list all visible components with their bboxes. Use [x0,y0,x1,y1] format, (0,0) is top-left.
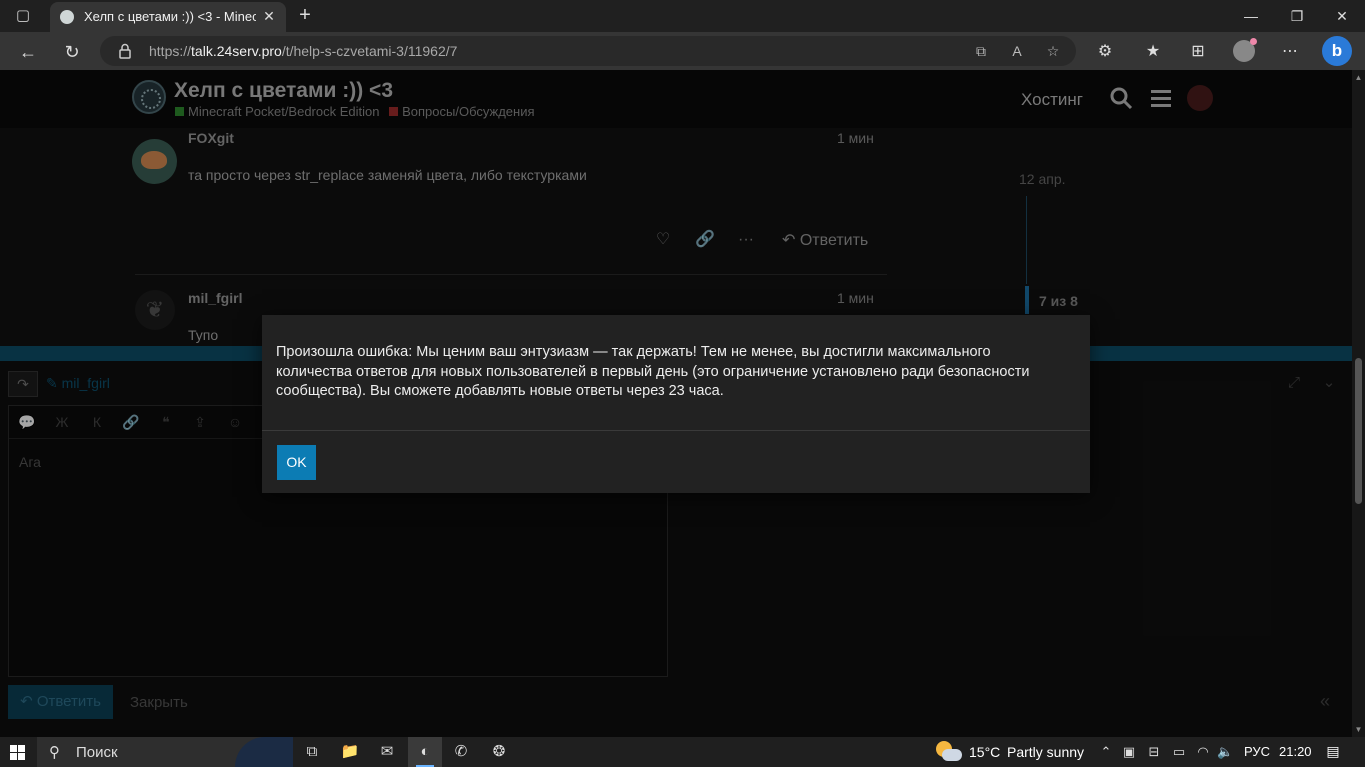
chevron-up-icon[interactable]: ⌃ [1098,743,1114,761]
more-menu-icon[interactable]: ⋯ [1279,41,1301,63]
url-text: https://talk.24serv.pro/t/help-s-czvetam… [149,43,458,59]
browser-tab-bar: ▢ Хелп с цветами :)) <3 - Minecraft ✕ + … [0,0,1365,32]
scroll-down-icon[interactable]: ▼ [1354,725,1363,734]
open-in-app-icon[interactable]: ⧉ [972,42,990,60]
windows-start-icon[interactable] [10,745,25,760]
add-favorite-icon[interactable]: ☆ [1044,42,1062,60]
favorites-icon[interactable]: ★ [1142,41,1164,63]
notification-dot [1250,38,1257,45]
lock-icon [119,43,131,59]
mail-icon[interactable]: ✉ [377,742,397,762]
clock-time[interactable]: 21:20 [1279,744,1312,759]
dialog-divider [262,430,1090,431]
ok-button[interactable]: OK [277,445,316,480]
taskbar-search[interactable]: ⚲ Поиск [37,737,293,767]
back-arrow-icon[interactable]: ← [17,41,39,63]
profile-avatar[interactable] [1233,38,1257,62]
error-message: Произошла ошибка: Мы ценим ваш энтузиазм… [276,344,1030,399]
collections-icon[interactable]: ⊞ [1187,41,1209,63]
extensions-icon[interactable]: ⚙ [1094,41,1116,63]
task-view-icon[interactable]: ⧉ [302,742,322,762]
weather-description[interactable]: Partly sunny [1007,744,1084,760]
scrollbar-thumb[interactable] [1355,358,1362,504]
address-bar-row: ← ↻ https://talk.24serv.pro/t/help-s-czv… [0,32,1365,70]
page-content: Хелп с цветами :)) <3 Minecraft Pocket/B… [0,70,1352,737]
scroll-up-icon[interactable]: ▲ [1354,73,1363,82]
site-favicon-icon [60,10,74,24]
browser-tab[interactable]: Хелп с цветами :)) <3 - Minecraft ✕ [50,2,286,32]
display-icon[interactable]: ⊟ [1146,743,1162,761]
search-highlight-image [235,737,293,767]
weather-icon[interactable] [936,741,962,763]
minimize-icon[interactable]: — [1240,6,1262,26]
tab-title: Хелп с цветами :)) <3 - Minecraft [84,9,256,24]
camera-icon[interactable]: ▣ [1121,743,1137,761]
search-placeholder: Поиск [76,744,118,761]
refresh-icon[interactable]: ↻ [61,41,83,63]
app-icon[interactable]: ❂ [489,742,509,762]
tab-close-icon[interactable]: ✕ [260,7,278,25]
edge-icon: ◐ [420,743,430,760]
tab-actions-icon[interactable]: ▢ [14,7,32,25]
new-tab-icon[interactable]: + [294,4,316,26]
search-icon: ⚲ [49,744,60,761]
battery-icon[interactable]: ▭ [1171,743,1187,761]
read-aloud-icon[interactable]: A [1008,42,1026,60]
page-scrollbar[interactable]: ▲ ▼ [1352,70,1365,737]
edge-taskbar-button[interactable]: ◐ [408,737,442,767]
windows-taskbar: ⚲ Поиск ⧉ 📁 ✉ ◐ ✆ ❂ 15°C Partly sunny ⌃ … [0,737,1365,767]
file-explorer-icon[interactable]: 📁 [340,742,360,762]
weather-temperature[interactable]: 15°C [969,744,1000,760]
whatsapp-icon[interactable]: ✆ [451,742,471,762]
notifications-icon[interactable]: ▤ [1325,743,1341,759]
bing-icon[interactable]: b [1322,36,1352,66]
address-bar[interactable]: https://talk.24serv.pro/t/help-s-czvetam… [100,36,1076,66]
error-dialog: Произошла ошибка: Мы ценим ваш энтузиазм… [262,315,1090,493]
wifi-icon[interactable]: ◠ [1195,743,1211,761]
volume-icon[interactable]: 🔈 [1217,743,1233,761]
input-language[interactable]: РУС [1244,744,1270,759]
restore-icon[interactable]: ❐ [1286,6,1308,26]
window-close-icon[interactable]: ✕ [1331,6,1353,26]
